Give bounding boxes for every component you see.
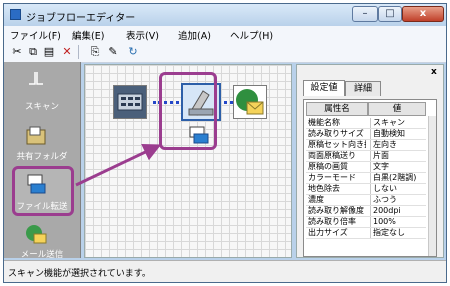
menu-help[interactable]: ヘルプ(H) [230, 28, 273, 42]
row-value: ふつう [370, 195, 429, 205]
toolbar-separator [78, 45, 79, 59]
table-row[interactable]: 読み取り倍率 100% [306, 217, 426, 228]
menu-file[interactable]: ファイル(F) [10, 28, 61, 42]
table-row[interactable]: カラーモード 白黒(2階調) [306, 173, 426, 184]
file-transfer-icon[interactable] [24, 172, 48, 196]
tab-settings[interactable]: 設定値 [303, 80, 345, 96]
app-window: ジョブフローエディター – □ x ファイル(F) 編集(E) 表示(V) 追加… [3, 3, 447, 283]
file-transfer-label: ファイル転送 [16, 202, 68, 212]
cut-icon[interactable]: ✂ [10, 45, 24, 59]
tab-details[interactable]: 詳細 [345, 81, 381, 96]
row-value: しない [370, 184, 429, 194]
mail-send-label: メール送信 [20, 250, 64, 260]
header-attribute: 属性名 [306, 102, 368, 116]
row-name: 読み取り解像度 [308, 206, 364, 215]
shared-folder-label: 共有フォルダ [16, 152, 68, 162]
row-value: 100% [370, 217, 429, 227]
row-name: 読み取り倍率 [308, 217, 356, 226]
menu-add[interactable]: 追加(A) [178, 28, 211, 42]
row-value: 片面 [370, 151, 429, 161]
row-name: 原稿セット向き指 [308, 140, 366, 149]
row-name: カラーモード [308, 173, 356, 182]
property-grid: 属性名 値 機能名称 スキャン 読み取りサイズ 自動検知 原稿セット向き指 左向き 両… [303, 99, 437, 257]
delete-icon[interactable]: ✕ [60, 45, 74, 59]
menu-edit[interactable]: 編集(E) [72, 28, 104, 42]
close-button[interactable]: x [402, 6, 444, 22]
toolbar: ✂ ⧉ ▤ ✕ ⎘ ✎ ↻ [4, 42, 446, 63]
new-icon[interactable]: ⎘ [88, 45, 102, 59]
copy-icon[interactable]: ⧉ [26, 45, 40, 59]
maximize-button[interactable]: □ [378, 6, 402, 22]
panel-close-icon[interactable]: x [431, 67, 437, 77]
flow-node-mail[interactable] [233, 85, 267, 119]
function-panel: スキャン 共有フォルダ ファイル転送 メール送信 [4, 62, 81, 260]
table-row[interactable]: 両面原稿送り 片面 [306, 151, 426, 162]
scan-label: スキャン [24, 102, 59, 112]
table-row[interactable]: 読み取りサイズ 自動検知 [306, 129, 426, 140]
row-value: 左向き [370, 140, 429, 150]
title-bar: ジョブフローエディター – □ x [4, 4, 446, 26]
flow-node-input[interactable] [113, 85, 147, 119]
scan-icon[interactable] [24, 70, 48, 94]
menu-view[interactable]: 表示(V) [126, 28, 159, 42]
table-row[interactable]: 濃度 ふつう [306, 195, 426, 206]
app-icon [10, 9, 21, 20]
property-panel: x 設定値 詳細 属性名 値 機能名称 スキャン 読み取りサイズ 自動検知 原稿セッ… [296, 64, 444, 258]
row-value: 文字 [370, 162, 429, 172]
table-row[interactable]: 読み取り解像度 200dpi [306, 206, 426, 217]
property-scrollbar[interactable] [428, 116, 436, 256]
table-row[interactable]: 原稿の画質 文字 [306, 162, 426, 173]
mail-send-icon[interactable] [24, 222, 48, 246]
status-bar: スキャン機能が選択されています。 [4, 260, 446, 282]
status-text: スキャン機能が選択されています。 [8, 269, 151, 279]
table-row[interactable]: 機能名称 スキャン [306, 118, 426, 129]
minimize-button[interactable]: – [352, 6, 378, 22]
table-row[interactable]: 地色除去 しない [306, 184, 426, 195]
header-value: 値 [368, 102, 426, 116]
row-value: 200dpi [370, 206, 429, 216]
table-row[interactable]: 原稿セット向き指 左向き [306, 140, 426, 151]
edit-icon[interactable]: ✎ [106, 45, 120, 59]
selected-node-highlight [159, 72, 217, 150]
paste-icon[interactable]: ▤ [42, 45, 56, 59]
row-name: 地色除去 [308, 184, 340, 193]
row-name: 読み取りサイズ [308, 129, 364, 138]
window-title: ジョブフローエディター [26, 13, 136, 24]
menu-bar: ファイル(F) 編集(E) 表示(V) 追加(A) ヘルプ(H) [4, 26, 446, 43]
row-name: 原稿の画質 [308, 162, 348, 171]
table-row[interactable]: 出力サイズ 指定なし [306, 228, 426, 239]
row-name: 濃度 [308, 195, 324, 204]
shared-folder-icon[interactable] [24, 124, 48, 148]
row-name: 両面原稿送り [308, 151, 356, 160]
help-icon[interactable]: ↻ [126, 45, 140, 59]
row-value: 指定なし [370, 228, 429, 238]
row-value: 白黒(2階調) [370, 173, 429, 183]
row-name: 機能名称 [308, 118, 340, 127]
row-value: スキャン [370, 118, 429, 128]
row-name: 出力サイズ [308, 228, 348, 237]
row-value: 自動検知 [370, 129, 429, 139]
